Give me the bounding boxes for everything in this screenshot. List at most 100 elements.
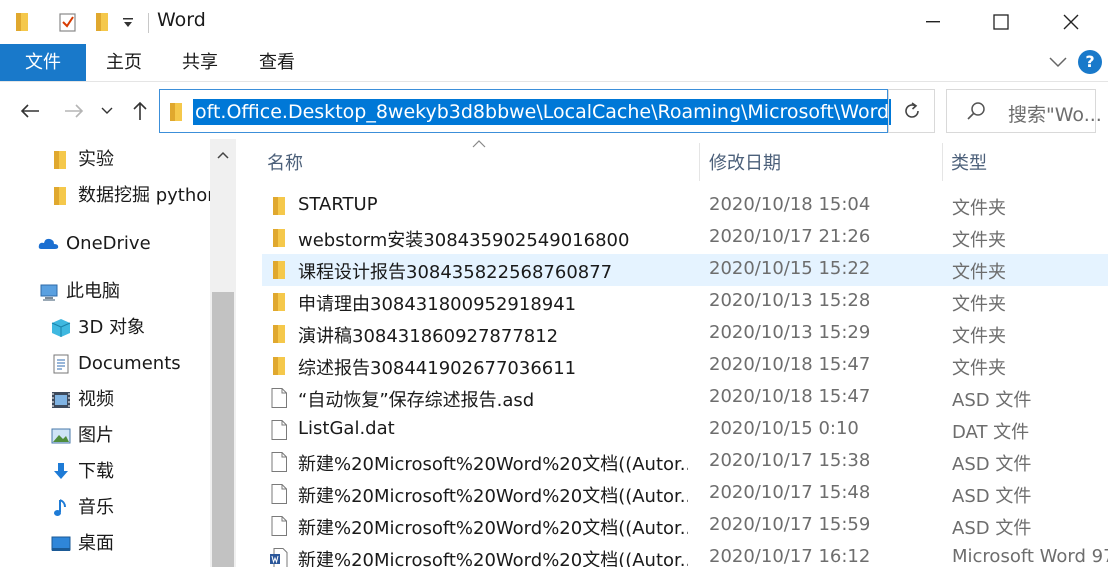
search-input[interactable]: 搜索"Wo... (1008, 100, 1102, 127)
scroll-up-button[interactable] (210, 141, 236, 169)
window-title: Word (157, 9, 206, 31)
maximize-button[interactable] (966, 0, 1036, 44)
address-path[interactable]: oft.Office.Desktop_8wekyb3d8bbwe\LocalCa… (193, 99, 892, 125)
column-header-date[interactable]: 修改日期 (709, 149, 781, 175)
back-arrow-icon (20, 104, 39, 118)
refresh-icon (904, 102, 919, 118)
file-row[interactable]: webstorm安装308435902549016800 2020/10/17 2… (262, 222, 1108, 254)
file-row[interactable]: 申请理由308431800952918941 2020/10/13 15:28 文件… (262, 286, 1108, 318)
sidebar-item-label: 此电脑 (66, 281, 120, 302)
file-type: 文件夹 (952, 294, 1006, 315)
address-bar[interactable]: oft.Office.Desktop_8wekyb3d8bbwe\LocalCa… (159, 89, 1028, 133)
close-button[interactable] (1036, 0, 1106, 44)
tab-home[interactable]: 主页 (96, 44, 152, 81)
column-header-type[interactable]: 类型 (951, 149, 987, 175)
file-icon (271, 388, 287, 408)
sort-ascending-icon (472, 140, 486, 148)
column-divider[interactable] (942, 143, 943, 181)
recent-locations-button[interactable] (96, 97, 118, 125)
folder-icon (273, 261, 285, 279)
file-date: 2020/10/13 15:28 (709, 290, 871, 311)
up-button[interactable] (126, 97, 154, 125)
customize-toolbar-icon[interactable] (122, 16, 134, 30)
file-list: 名称 修改日期 类型 STARTUP 2020/10/18 15:04 文件夹 web… (236, 139, 1108, 567)
file-type: DAT 文件 (952, 422, 1030, 443)
scrollbar-thumb[interactable] (212, 292, 234, 567)
folder-icon (273, 229, 285, 247)
file-row[interactable]: 新建%20Microsoft%20Word%20文档((Autor... 2020… (262, 510, 1108, 542)
back-button[interactable] (16, 97, 44, 125)
file-type: 文件夹 (952, 198, 1006, 219)
cube-icon (51, 319, 71, 337)
file-row[interactable]: 综述报告308441902677036611 2020/10/18 15:47 文件… (262, 350, 1108, 382)
file-row[interactable]: STARTUP 2020/10/18 15:04 文件夹 (262, 190, 1108, 222)
tab-view[interactable]: 查看 (249, 44, 305, 81)
file-row[interactable]: 课程设计报告308435822568760877 2020/10/15 15:22… (262, 254, 1108, 286)
tab-file[interactable]: 文件 (0, 44, 86, 81)
file-row[interactable]: 新建%20Microsoft%20Word%20文档((Autor... 2020… (262, 542, 1108, 567)
cloud-icon (38, 238, 59, 249)
file-icon (271, 452, 287, 472)
up-arrow-icon (133, 101, 147, 120)
search-box[interactable]: 搜索"Wo... (946, 89, 1102, 133)
column-header-name[interactable]: 名称 (267, 149, 303, 175)
sidebar-item-label: 桌面 (78, 533, 114, 554)
file-date: 2020/10/15 0:10 (709, 418, 859, 439)
sidebar-item-label: 实验 (78, 149, 114, 170)
folder-icon[interactable] (14, 12, 30, 32)
refresh-button[interactable] (888, 89, 935, 133)
file-date: 2020/10/17 16:12 (709, 546, 871, 567)
column-divider[interactable] (699, 143, 700, 181)
expand-ribbon-icon[interactable] (1049, 56, 1067, 68)
search-icon (967, 102, 985, 120)
navigation-bar: oft.Office.Desktop_8wekyb3d8bbwe\LocalCa… (0, 83, 1108, 139)
properties-icon[interactable] (58, 11, 78, 33)
file-name: 申请理由308431800952918941 (298, 294, 577, 315)
file-date: 2020/10/18 15:04 (709, 194, 871, 215)
file-row[interactable]: 新建%20Microsoft%20Word%20文档((Autor... 2020… (262, 446, 1108, 478)
file-date: 2020/10/13 15:29 (709, 322, 871, 343)
sidebar-item-label: 图片 (78, 425, 114, 446)
file-name: “自动恢复”保存综述报告.asd (298, 390, 535, 411)
forward-arrow-icon (65, 104, 84, 118)
file-type: 文件夹 (952, 262, 1006, 283)
file-date: 2020/10/18 15:47 (709, 354, 871, 375)
folder-icon (170, 103, 182, 121)
desktop-icon (51, 536, 71, 551)
file-date: 2020/10/18 15:47 (709, 386, 871, 407)
minimize-button[interactable] (898, 0, 968, 44)
sidebar-item-label: 数据挖掘 python (78, 185, 219, 206)
forward-button[interactable] (60, 97, 88, 125)
title-bar: Word (0, 0, 1108, 44)
file-name: 新建%20Microsoft%20Word%20文档((Autor... (298, 454, 688, 475)
file-name: 新建%20Microsoft%20Word%20文档((Autor... (298, 486, 688, 507)
picture-icon (51, 428, 71, 444)
download-icon (54, 463, 68, 479)
file-name: webstorm安装308435902549016800 (298, 230, 630, 251)
folder-icon (273, 325, 285, 343)
file-date: 2020/10/17 15:48 (709, 482, 871, 503)
help-button[interactable]: ? (1078, 50, 1102, 74)
tab-share[interactable]: 共享 (172, 44, 228, 81)
minimize-icon (926, 21, 940, 23)
sidebar-item-label: 视频 (78, 389, 114, 410)
file-row[interactable]: ListGal.dat 2020/10/15 0:10 DAT 文件 (262, 414, 1108, 446)
file-row[interactable]: “自动恢复”保存综述报告.asd 2020/10/18 15:47 ASD 文件 (262, 382, 1108, 414)
folder-icon (54, 151, 66, 169)
file-row[interactable]: 演讲稿308431860927877812 2020/10/13 15:29 文件夹 (262, 318, 1108, 350)
folder-icon (273, 293, 285, 311)
file-name: 演讲稿308431860927877812 (298, 326, 559, 347)
sidebar-item-label: Documents (78, 353, 181, 374)
new-folder-icon[interactable] (94, 12, 110, 32)
file-icon (271, 420, 287, 440)
file-type: ASD 文件 (952, 454, 1032, 475)
music-icon (54, 499, 66, 516)
file-date: 2020/10/15 15:22 (709, 258, 871, 279)
folder-icon (54, 187, 66, 205)
file-type: ASD 文件 (952, 390, 1032, 411)
sidebar-item-label: 音乐 (78, 497, 114, 518)
file-date: 2020/10/17 15:59 (709, 514, 871, 535)
chevron-down-icon (101, 107, 113, 114)
sidebar-item-label: OneDrive (66, 233, 151, 254)
file-row[interactable]: 新建%20Microsoft%20Word%20文档((Autor... 2020… (262, 478, 1108, 510)
